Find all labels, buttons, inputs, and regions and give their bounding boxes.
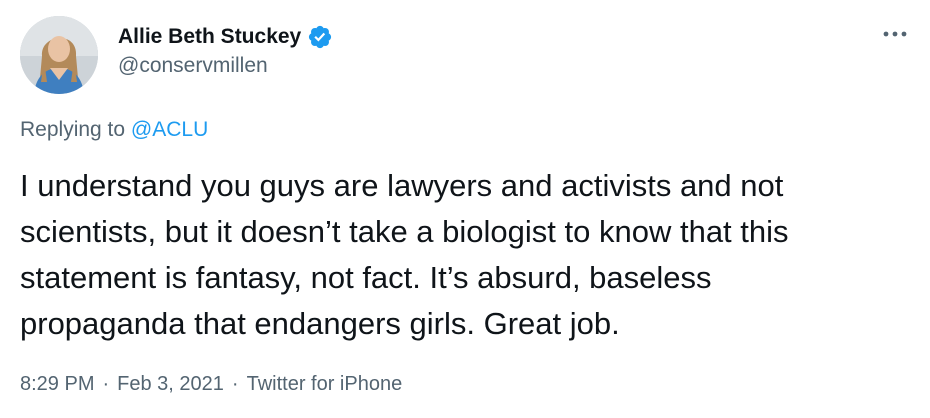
more-options-icon	[883, 31, 907, 37]
tweet-card: Allie Beth Stuckey @conservmillen Replyi…	[0, 0, 930, 418]
display-name[interactable]: Allie Beth Stuckey	[118, 25, 301, 49]
tweet-line: I understand you guys are lawyers and ac…	[20, 168, 784, 203]
reply-mention-link[interactable]: @ACLU	[131, 118, 208, 141]
replying-prefix: Replying to	[20, 118, 131, 141]
more-options-button[interactable]	[878, 22, 912, 46]
user-handle[interactable]: @conservmillen	[118, 54, 333, 78]
profile-photo	[20, 16, 98, 94]
replying-to: Replying to @ACLU	[20, 118, 208, 142]
meta-separator: ·	[102, 373, 110, 395]
author-block: Allie Beth Stuckey @conservmillen	[118, 22, 333, 78]
tweet-line: scientists, but it doesn’t take a biolog…	[20, 214, 789, 249]
name-row: Allie Beth Stuckey	[118, 22, 333, 52]
tweet-line: statement is fantasy, not fact. It’s abs…	[20, 260, 712, 295]
tweet-meta: 8:29 PM · Feb 3, 2021 · Twitter for iPhone	[20, 373, 402, 396]
tweet-time[interactable]: 8:29 PM	[20, 373, 94, 396]
tweet-text: I understand you guys are lawyers and ac…	[20, 163, 910, 347]
verified-badge-icon	[307, 24, 333, 50]
tweet-line: propaganda that endangers girls. Great j…	[20, 306, 620, 341]
tweet-date[interactable]: Feb 3, 2021	[117, 373, 224, 396]
tweet-source[interactable]: Twitter for iPhone	[247, 373, 403, 396]
meta-separator: ·	[231, 373, 239, 395]
avatar[interactable]	[20, 16, 98, 94]
